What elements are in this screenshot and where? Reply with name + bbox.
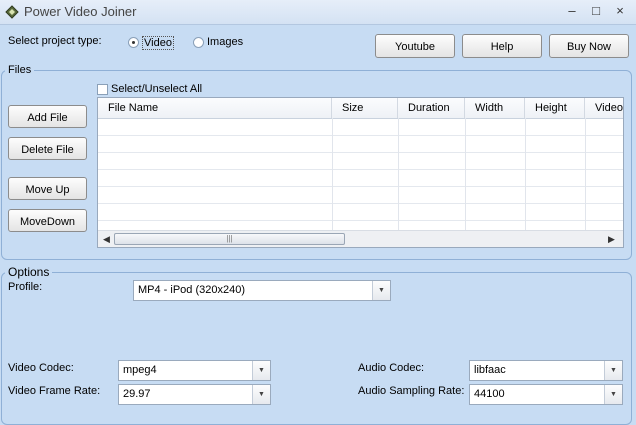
scroll-right-icon[interactable]: ▶ bbox=[608, 234, 615, 245]
select-all-checkbox[interactable] bbox=[97, 84, 108, 95]
app-film-icon bbox=[5, 5, 19, 19]
horizontal-scrollbar[interactable]: ◀ ||| ▶ bbox=[98, 230, 623, 247]
audio-codec-label: Audio Codec: bbox=[358, 362, 425, 374]
video-radio[interactable] bbox=[128, 37, 139, 48]
images-radio[interactable] bbox=[193, 37, 204, 48]
audio-codec-select[interactable]: libfaac ▼ bbox=[469, 360, 623, 381]
scroll-left-icon[interactable]: ◀ bbox=[103, 234, 110, 245]
column-divider bbox=[525, 118, 526, 230]
video-codec-value: mpeg4 bbox=[123, 364, 157, 376]
table-row[interactable] bbox=[98, 169, 623, 187]
project-type-label: Select project type: bbox=[8, 35, 102, 47]
column-duration[interactable]: Duration bbox=[398, 98, 465, 118]
files-legend: Files bbox=[8, 64, 32, 76]
chevron-down-icon[interactable]: ▼ bbox=[604, 385, 622, 404]
chevron-down-icon[interactable]: ▼ bbox=[604, 361, 622, 380]
move-up-button[interactable]: Move Up bbox=[8, 177, 87, 200]
buy-now-button[interactable]: Buy Now bbox=[549, 34, 629, 58]
column-divider bbox=[465, 118, 466, 230]
profile-label: Profile: bbox=[8, 281, 43, 293]
help-button[interactable]: Help bbox=[462, 34, 542, 58]
table-row[interactable] bbox=[98, 186, 623, 204]
images-radio-label[interactable]: Images bbox=[207, 36, 243, 48]
video-frame-rate-value: 29.97 bbox=[123, 388, 151, 400]
chevron-down-icon[interactable]: ▼ bbox=[252, 361, 270, 380]
video-frame-rate-select[interactable]: 29.97 ▼ bbox=[118, 384, 271, 405]
files-table-header: File Name Size Duration Width Height Vid… bbox=[98, 98, 623, 119]
scroll-thumb[interactable]: ||| bbox=[114, 233, 345, 245]
delete-file-button[interactable]: Delete File bbox=[8, 137, 87, 160]
column-width[interactable]: Width bbox=[465, 98, 525, 118]
select-all-label[interactable]: Select/Unselect All bbox=[111, 83, 202, 95]
maximize-button[interactable]: □ bbox=[587, 3, 605, 19]
column-height[interactable]: Height bbox=[525, 98, 585, 118]
audio-sampling-rate-value: 44100 bbox=[474, 388, 505, 400]
title-bar: Power Video Joiner – □ × bbox=[0, 0, 636, 25]
profile-select-value: MP4 - iPod (320x240) bbox=[138, 284, 245, 296]
chevron-down-icon[interactable]: ▼ bbox=[372, 281, 390, 300]
table-row[interactable] bbox=[98, 135, 623, 153]
column-video[interactable]: Video bbox=[585, 98, 623, 118]
table-row[interactable] bbox=[98, 203, 623, 221]
video-frame-rate-label: Video Frame Rate: bbox=[8, 385, 101, 397]
video-radio-label[interactable]: Video bbox=[142, 36, 174, 50]
column-size[interactable]: Size bbox=[332, 98, 398, 118]
options-legend: Options bbox=[8, 265, 50, 279]
close-button[interactable]: × bbox=[611, 3, 629, 19]
chevron-down-icon[interactable]: ▼ bbox=[252, 385, 270, 404]
audio-codec-value: libfaac bbox=[474, 364, 506, 376]
column-divider bbox=[332, 118, 333, 230]
column-file-name[interactable]: File Name bbox=[98, 98, 332, 118]
youtube-button[interactable]: Youtube bbox=[375, 34, 455, 58]
video-codec-label: Video Codec: bbox=[8, 362, 74, 374]
profile-select[interactable]: MP4 - iPod (320x240) ▼ bbox=[133, 280, 391, 301]
table-row[interactable] bbox=[98, 152, 623, 170]
audio-sampling-rate-label: Audio Sampling Rate: bbox=[358, 385, 465, 397]
add-file-button[interactable]: Add File bbox=[8, 105, 87, 128]
move-down-button[interactable]: MoveDown bbox=[8, 209, 87, 232]
column-divider bbox=[398, 118, 399, 230]
column-divider bbox=[585, 118, 586, 230]
files-table[interactable]: File Name Size Duration Width Height Vid… bbox=[97, 97, 624, 248]
table-row[interactable] bbox=[98, 118, 623, 136]
audio-sampling-rate-select[interactable]: 44100 ▼ bbox=[469, 384, 623, 405]
minimize-button[interactable]: – bbox=[563, 3, 581, 19]
video-codec-select[interactable]: mpeg4 ▼ bbox=[118, 360, 271, 381]
window-title: Power Video Joiner bbox=[24, 4, 137, 19]
